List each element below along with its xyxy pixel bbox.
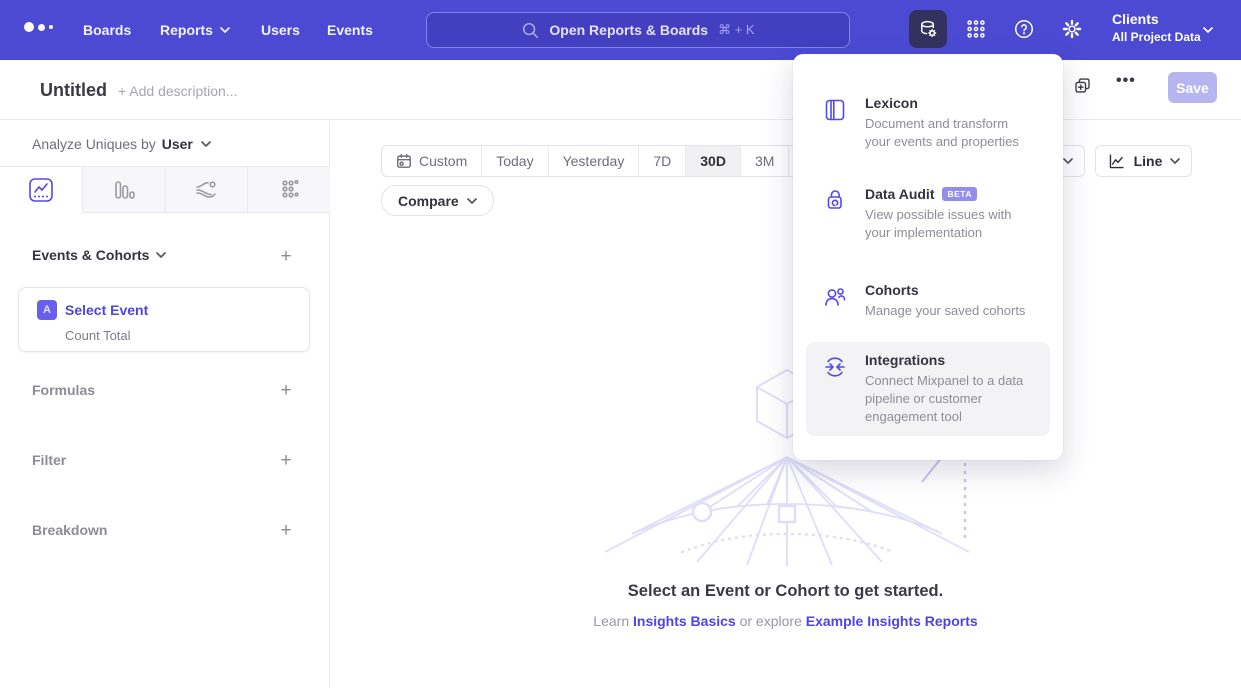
add-formula-button[interactable]: + [277,382,295,400]
flow-icon [194,178,218,202]
duplicate-report-icon[interactable] [1073,76,1092,95]
bar-chart-icon [112,178,136,202]
apps-grid-icon[interactable] [957,10,995,48]
lexicon-book-icon [822,95,848,151]
help-icon[interactable] [1005,10,1043,48]
data-management-dropdown: Lexicon Document and transform your even… [793,54,1063,460]
gear-icon [1061,18,1083,40]
empty-state-title: Select an Event or Cohort to get started… [330,582,1241,601]
integrations-sync-icon [822,352,848,426]
description-placeholder[interactable]: + Add description... [118,83,237,99]
count-total-selector[interactable]: Count Total [65,328,131,343]
breakdown-section-label: Breakdown [32,522,107,538]
chart-type-dropdown[interactable]: Line [1095,145,1192,177]
empty-state-subtitle: Learn Insights Basics or explore Example… [330,613,1241,629]
analyze-uniques-selector[interactable]: Analyze Uniques by User [32,136,211,152]
tab-scatter-grid[interactable] [247,167,330,213]
database-gear-icon [917,18,939,40]
calendar-icon [396,153,412,169]
menu-item-integrations[interactable]: Integrations Connect Mixpanel to a data … [806,342,1050,436]
tab-bar-chart[interactable] [82,167,165,213]
mixpanel-logo-icon[interactable] [24,22,53,32]
date-range-today[interactable]: Today [481,146,547,176]
insights-basics-link[interactable]: Insights Basics [633,613,736,629]
filter-section-label: Filter [32,452,66,468]
menu-item-data-audit[interactable]: Data Audit BETA View possible issues wit… [806,176,1050,252]
date-range-custom[interactable]: Custom [382,146,481,176]
compare-button[interactable]: Compare [381,185,494,216]
date-range-control: Custom Today Yesterday 7D 30D 3M 6M [381,145,838,177]
events-cohorts-header[interactable]: Events & Cohorts [32,247,166,263]
nav-reports[interactable]: Reports [160,0,230,60]
settings-icon[interactable] [1053,10,1091,48]
nav-users[interactable]: Users [261,0,300,60]
tab-insights-line[interactable] [0,167,82,213]
search-icon [521,21,539,39]
select-event-label[interactable]: Select Event [65,302,148,318]
nine-dots-icon [965,18,987,40]
question-circle-icon [1013,18,1035,40]
middle-text: or explore [740,613,802,629]
scatter-grid-icon [277,178,301,202]
beta-badge: BETA [942,187,977,201]
data-management-icon[interactable] [909,10,947,48]
add-event-button[interactable]: + [277,248,295,266]
save-button[interactable]: Save [1168,72,1217,103]
date-range-30d[interactable]: 30D [685,146,740,176]
chevron-down-icon [201,141,211,147]
date-range-yesterday[interactable]: Yesterday [548,146,639,176]
example-insights-reports-link[interactable]: Example Insights Reports [806,613,978,629]
date-range-3m[interactable]: 3M [740,146,788,176]
chevron-down-icon [1170,158,1180,164]
report-title[interactable]: Untitled [40,80,107,101]
top-navbar: Boards Reports Users Events Open Reports… [0,0,1241,60]
chevron-down-icon [220,27,230,33]
tab-flow[interactable] [165,167,248,213]
add-filter-button[interactable]: + [277,452,295,470]
chart-type-tabs [0,166,330,213]
line-chart-icon [1107,152,1126,171]
keyboard-shortcut: ⌘ + K [718,22,755,38]
line-chart-icon [28,177,54,203]
more-options-icon[interactable]: ••• [1116,72,1136,90]
chevron-down-icon [1203,27,1213,33]
data-audit-icon [822,186,848,242]
learn-prefix: Learn [593,613,629,629]
menu-item-lexicon[interactable]: Lexicon Document and transform your even… [806,85,1050,161]
nav-events[interactable]: Events [327,0,373,60]
chevron-down-icon [467,198,477,204]
date-range-7d[interactable]: 7D [638,146,685,176]
add-breakdown-button[interactable]: + [277,522,295,540]
search-input[interactable]: Open Reports & Boards ⌘ + K [426,12,850,48]
cohorts-users-icon [822,282,848,320]
chevron-down-icon [156,252,166,258]
event-badge: A [37,300,57,320]
nav-boards[interactable]: Boards [83,0,131,60]
event-card[interactable]: A Select Event Count Total [18,287,310,352]
formulas-section-label: Formulas [32,382,95,398]
menu-item-cohorts[interactable]: Cohorts Manage your saved cohorts [806,272,1050,330]
query-sidebar: Analyze Uniques by User [0,121,330,688]
project-selector[interactable]: Clients All Project Data [1112,11,1201,44]
chevron-down-icon [1063,158,1073,164]
